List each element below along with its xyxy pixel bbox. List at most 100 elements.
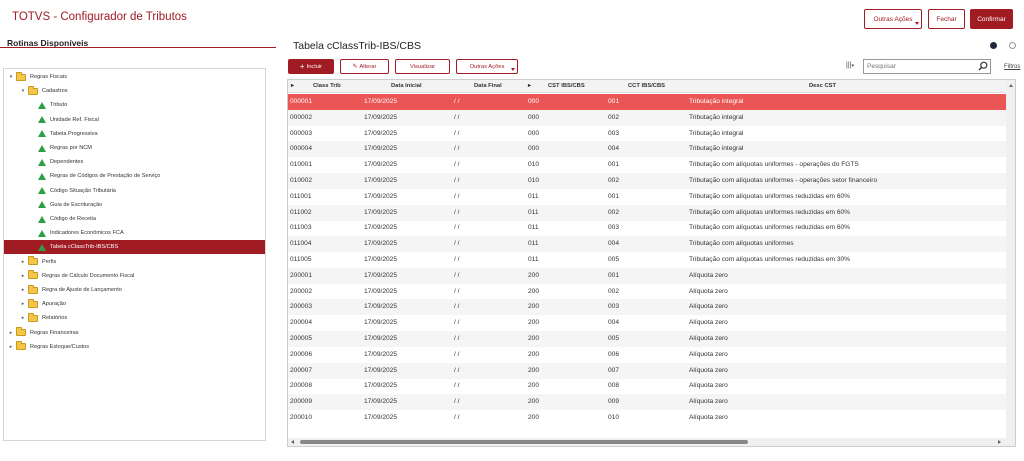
tree-item[interactable]: Unidade Ref. Fiscal <box>4 113 265 127</box>
table-row[interactable]: 200010 17/09/2025/ /200 010 Alíquota zero <box>288 410 1006 426</box>
table-cell: Alíquota zero <box>689 271 728 279</box>
chevron-right-icon[interactable]: ▸ <box>20 259 26 265</box>
tree-item[interactable]: Regras por NCM <box>4 141 265 155</box>
table-cell: / / <box>454 98 460 105</box>
tree-item[interactable]: ▸ Regra de Ajuste de Lançamento <box>4 283 265 297</box>
tree-item-label: Tabela Progressiva <box>50 130 98 137</box>
tree-item[interactable]: Tributo <box>4 98 265 112</box>
col-header-desc-cst[interactable]: Desc CST <box>809 83 836 89</box>
horizontal-scroll-thumb[interactable] <box>300 440 748 444</box>
table-cell: Tributação com alíquotas uniformes reduz… <box>689 256 851 263</box>
table-cell: Tributação com alíquotas uniformes reduz… <box>689 208 851 216</box>
table-row[interactable]: 000003 17/09/2025/ /000 003 Tributação inte… <box>288 126 1006 142</box>
scroll-left-icon[interactable] <box>291 440 294 444</box>
tree-item[interactable]: ▸ Apuração <box>4 297 265 311</box>
outras-acoes-button[interactable]: Outras Ações <box>456 59 518 74</box>
table-row[interactable]: 011004 17/09/2025/ /011 004 Tributação com … <box>288 236 1006 253</box>
chevron-right-icon[interactable]: ▸ <box>8 330 14 336</box>
tree-item[interactable]: Tabela Progressiva <box>4 127 265 141</box>
table-row[interactable]: 000002 17/09/2025/ /000 002 Tributação inte… <box>288 109 1006 126</box>
tree-item[interactable]: Indicadores Econômicos FCA <box>4 226 265 240</box>
tree-item[interactable]: Tabela cClassTrib-IBS/CBS <box>4 240 265 255</box>
col-header-data-inicial[interactable]: Data Inicial <box>391 83 422 89</box>
table-cell: 200 <box>528 303 540 311</box>
table-row[interactable]: 011001 17/09/2025/ /011 001 Tributação com … <box>288 189 1006 205</box>
table-row[interactable]: 200003 17/09/2025/ /200 003 Alíquota zero <box>288 299 1006 316</box>
col-header-data-final[interactable]: Data Final <box>474 83 502 89</box>
chevron-right-icon[interactable]: ▸ <box>20 315 26 321</box>
table-row[interactable]: 200005 17/09/2025/ /200 005 Alíquota zero <box>288 331 1006 347</box>
horizontal-scrollbar[interactable] <box>288 438 1006 446</box>
table-row[interactable]: 010001 17/09/2025/ /010 001 Tributação com … <box>288 157 1006 173</box>
table-cell: / / <box>454 145 460 153</box>
confirmar-button[interactable]: Confirmar <box>970 9 1013 29</box>
table-cell: 17/09/2025 <box>364 177 398 184</box>
chevron-right-icon[interactable]: ▸ <box>20 301 26 307</box>
table-cell: 17/09/2025 <box>364 98 398 105</box>
chevron-right-icon[interactable]: ▸ <box>20 287 26 293</box>
tree-item[interactable]: Código Situação Tributária <box>4 184 265 198</box>
chevron-right-icon[interactable]: ▸ <box>20 273 26 279</box>
table-cell: / / <box>454 192 460 200</box>
col-header-cct[interactable]: CCT IBS/CBS <box>628 83 665 89</box>
tree-item[interactable]: ▸ Regras Estoque/Custos <box>4 340 265 354</box>
chevron-right-icon[interactable]: ▸ <box>8 344 14 350</box>
col-header-cst[interactable]: CST IBS/CBS <box>548 83 585 89</box>
fechar-button[interactable]: Fechar <box>928 9 965 29</box>
vertical-scrollbar[interactable] <box>1006 80 1015 446</box>
table-row[interactable]: 200008 17/09/2025/ /200 008 Alíquota zero <box>288 378 1006 394</box>
tree-item[interactable]: ▸ Relatórios <box>4 311 265 325</box>
grid-header: ▸ Class Trib Data Inicial Data Final ▸ C… <box>288 80 1006 93</box>
filtros-link[interactable]: Filtros <box>1004 64 1020 70</box>
table-cell: 200007 <box>290 366 313 374</box>
tree-item[interactable]: ▾ Regras Fiscais <box>4 70 265 84</box>
tree-item[interactable]: ▸ Regras Financeiras <box>4 326 265 340</box>
outras-acoes-header-button[interactable]: Outras Ações <box>864 9 922 29</box>
table-row[interactable]: 200009 17/09/2025/ /200 009 Alíquota zero <box>288 394 1006 411</box>
chevron-down-icon[interactable]: ▾ <box>20 88 26 94</box>
table-row[interactable]: 010002 17/09/2025/ /010 002 Tributação com … <box>288 173 1006 189</box>
folder-icon <box>28 284 38 294</box>
visualizar-button[interactable]: Visualizar <box>395 59 450 74</box>
tree-item[interactable]: ▾ Cadastros <box>4 84 265 98</box>
table-cell: Tributação com alíquotas uniformes reduz… <box>689 192 851 200</box>
routine-triangle-icon <box>38 101 46 109</box>
folder-icon <box>28 312 38 322</box>
table-cell: Alíquota zero <box>689 287 728 295</box>
table-row[interactable]: 200002 17/09/2025/ /200 002 Alíquota zero <box>288 284 1006 300</box>
table-row[interactable]: 000004 17/09/2025/ /000 004 Tributação inte… <box>288 141 1006 158</box>
table-cell: 17/09/2025 <box>364 256 398 263</box>
col-header-class-trib[interactable]: Class Trib <box>313 83 341 89</box>
table-row[interactable]: 000001 17/09/2025/ /000 001 Tributação inte… <box>288 94 1006 110</box>
rotinas-tree: ▾ Regras Fiscais ▾ Cadastros Tributo Unidade … <box>3 68 266 441</box>
scroll-right-icon[interactable] <box>998 440 1001 444</box>
table-row[interactable]: 011002 17/09/2025/ /011 002 Tributação com … <box>288 204 1006 221</box>
table-row[interactable]: 200006 17/09/2025/ /200 006 Alíquota zero <box>288 347 1006 363</box>
table-cell: 000001 <box>290 98 313 105</box>
alterar-button[interactable]: ✎ Alterar <box>340 59 389 74</box>
search-icon[interactable] <box>978 61 988 71</box>
table-row[interactable]: 200004 17/09/2025/ /200 004 Alíquota zero <box>288 315 1006 331</box>
tree-item[interactable]: Guia de Escrituração <box>4 198 265 212</box>
folder-icon <box>28 298 38 308</box>
tree-item[interactable]: Dependentes <box>4 155 265 169</box>
table-cell: / / <box>454 398 460 406</box>
columns-icon[interactable]: |||▾ <box>846 62 854 69</box>
incluir-button[interactable]: + Incluir <box>288 59 334 74</box>
table-cell: Alíquota zero <box>689 335 728 342</box>
tree-item[interactable]: ▸ Regras de Cálculo Documento Fiscal <box>4 269 265 283</box>
search-input[interactable] <box>863 59 991 74</box>
tree-item[interactable]: ▸ Perfis <box>4 255 265 269</box>
table-cell: 200 <box>528 271 540 279</box>
table-row[interactable]: 011005 17/09/2025/ /011 005 Tributação com … <box>288 252 1006 268</box>
tree-item[interactable]: Regras de Códigos de Prestação de Serviç… <box>4 169 265 183</box>
view-dot-active-icon[interactable] <box>990 42 997 49</box>
table-cell: 17/09/2025 <box>364 113 398 121</box>
tree-item[interactable]: Código de Receita <box>4 212 265 226</box>
table-row[interactable]: 011003 17/09/2025/ /011 003 Tributação com … <box>288 220 1006 236</box>
scroll-up-icon[interactable] <box>1009 84 1013 87</box>
table-row[interactable]: 200007 17/09/2025/ /200 007 Alíquota zero <box>288 362 1006 379</box>
chevron-down-icon[interactable]: ▾ <box>8 74 14 80</box>
table-row[interactable]: 200001 17/09/2025/ /200 001 Alíquota zero <box>288 267 1006 284</box>
view-dot-icon[interactable] <box>1009 42 1016 49</box>
